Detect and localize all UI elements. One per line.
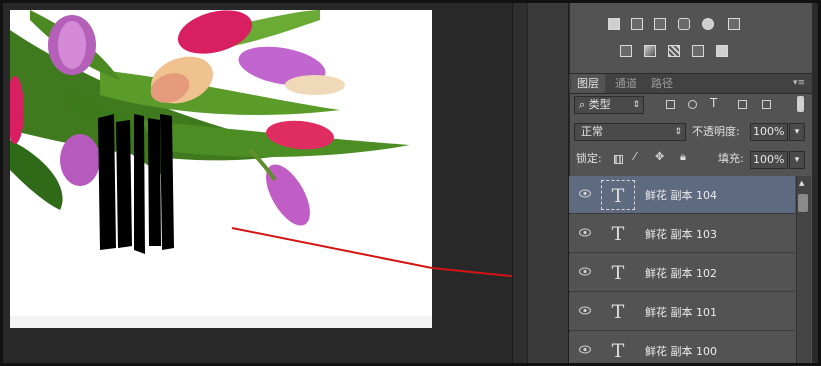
chevron-updown-icon: ⇕ — [632, 100, 640, 110]
layer-comp-icon[interactable] — [716, 45, 728, 57]
panel-edge — [812, 0, 821, 366]
type-layer-icon: T — [611, 301, 625, 323]
layer-name[interactable]: 鲜花 副本 102 — [645, 265, 717, 281]
canvas-bottom-strip — [10, 316, 432, 328]
filter-adjustment-icon[interactable] — [688, 100, 697, 109]
eye-icon[interactable] — [579, 189, 591, 198]
swatches-icon[interactable] — [702, 18, 714, 30]
chevron-updown-icon: ⇕ — [674, 127, 682, 137]
fill-dropdown-button[interactable]: ▾ — [789, 151, 805, 169]
eye-icon[interactable] — [579, 267, 591, 276]
panel-tab-bar: 图层 通道 路径 ▾≡ — [569, 73, 812, 94]
filter-shape-icon[interactable] — [738, 100, 747, 109]
layer-row[interactable]: T 鲜花 副本 102 — [569, 254, 795, 292]
fill-label: 填充: — [718, 152, 744, 165]
layer-row[interactable]: T 鲜花 副本 103 — [569, 215, 795, 253]
layer-name[interactable]: 鲜花 副本 104 — [645, 187, 717, 203]
grid-icon[interactable] — [728, 18, 740, 30]
histogram-icon[interactable] — [608, 18, 620, 30]
lock-pixels-icon[interactable]: ⁄ — [634, 150, 636, 163]
opacity-dropdown-button[interactable]: ▾ — [789, 123, 805, 141]
styles-icon[interactable] — [692, 45, 704, 57]
type-layer-icon: T — [611, 262, 625, 284]
lock-position-icon[interactable]: ✥ — [655, 150, 664, 163]
filter-type-icon[interactable]: T — [710, 96, 717, 110]
layer-thumbnail: T — [601, 297, 635, 327]
brush-preset-icon[interactable] — [620, 45, 632, 57]
search-icon: ⌕ — [579, 98, 589, 111]
layer-thumbnail: T — [601, 258, 635, 288]
gradient-icon[interactable] — [644, 45, 656, 57]
tab-paths[interactable]: 路径 — [645, 74, 679, 93]
eye-icon[interactable] — [579, 228, 591, 237]
layer-thumbnail: T — [601, 180, 635, 210]
history-icon[interactable] — [678, 18, 690, 30]
type-layer-icon: T — [611, 223, 625, 245]
lock-all-icon[interactable]: 🔒︎ — [680, 150, 686, 164]
type-layer-icon: T — [611, 185, 625, 207]
panel-dock-strip — [527, 0, 569, 366]
pattern-icon[interactable] — [668, 45, 680, 57]
type-layer-icon: T — [611, 340, 625, 362]
adjust-icon[interactable] — [631, 18, 643, 30]
scroll-up-icon[interactable]: ▲ — [799, 179, 804, 187]
levels-icon[interactable] — [654, 18, 666, 30]
filter-kind-label: 类型 — [588, 98, 611, 111]
layer-name[interactable]: 鲜花 副本 103 — [645, 226, 717, 242]
opacity-input[interactable]: 100% — [750, 123, 788, 141]
filter-pixel-icon[interactable] — [666, 100, 675, 109]
document-canvas[interactable] — [10, 10, 432, 328]
eye-icon[interactable] — [579, 306, 591, 315]
tulip-image — [10, 10, 432, 269]
layer-name[interactable]: 鲜花 副本 100 — [645, 343, 717, 359]
lock-transparent-icon[interactable] — [614, 155, 623, 164]
scrollbar-thumb[interactable] — [798, 194, 808, 212]
opacity-label: 不透明度: — [692, 125, 740, 138]
layer-name[interactable]: 鲜花 副本 101 — [645, 304, 717, 320]
filter-kind-select[interactable]: ⌕ 类型 ⇕ — [574, 96, 644, 114]
blend-mode-value: 正常 — [581, 125, 603, 138]
layer-thumbnail: T — [601, 336, 635, 366]
filter-toggle[interactable] — [797, 96, 804, 112]
fill-input[interactable]: 100% — [750, 151, 788, 169]
eye-icon[interactable] — [579, 345, 591, 354]
scroll-gutter — [512, 0, 527, 366]
blend-mode-select[interactable]: 正常 ⇕ — [574, 123, 686, 141]
layer-thumbnail: T — [601, 219, 635, 249]
layer-row[interactable]: T 鲜花 副本 100 — [569, 332, 795, 366]
lock-label: 锁定: — [576, 152, 602, 165]
tab-channels[interactable]: 通道 — [609, 74, 643, 93]
panel-menu-icon[interactable]: ▾≡ — [793, 74, 805, 93]
layer-row[interactable]: T 鲜花 副本 101 — [569, 293, 795, 331]
tab-layers[interactable]: 图层 — [571, 74, 605, 93]
layer-row[interactable]: T 鲜花 副本 104 — [569, 176, 795, 214]
filter-smart-object-icon[interactable] — [762, 100, 771, 109]
